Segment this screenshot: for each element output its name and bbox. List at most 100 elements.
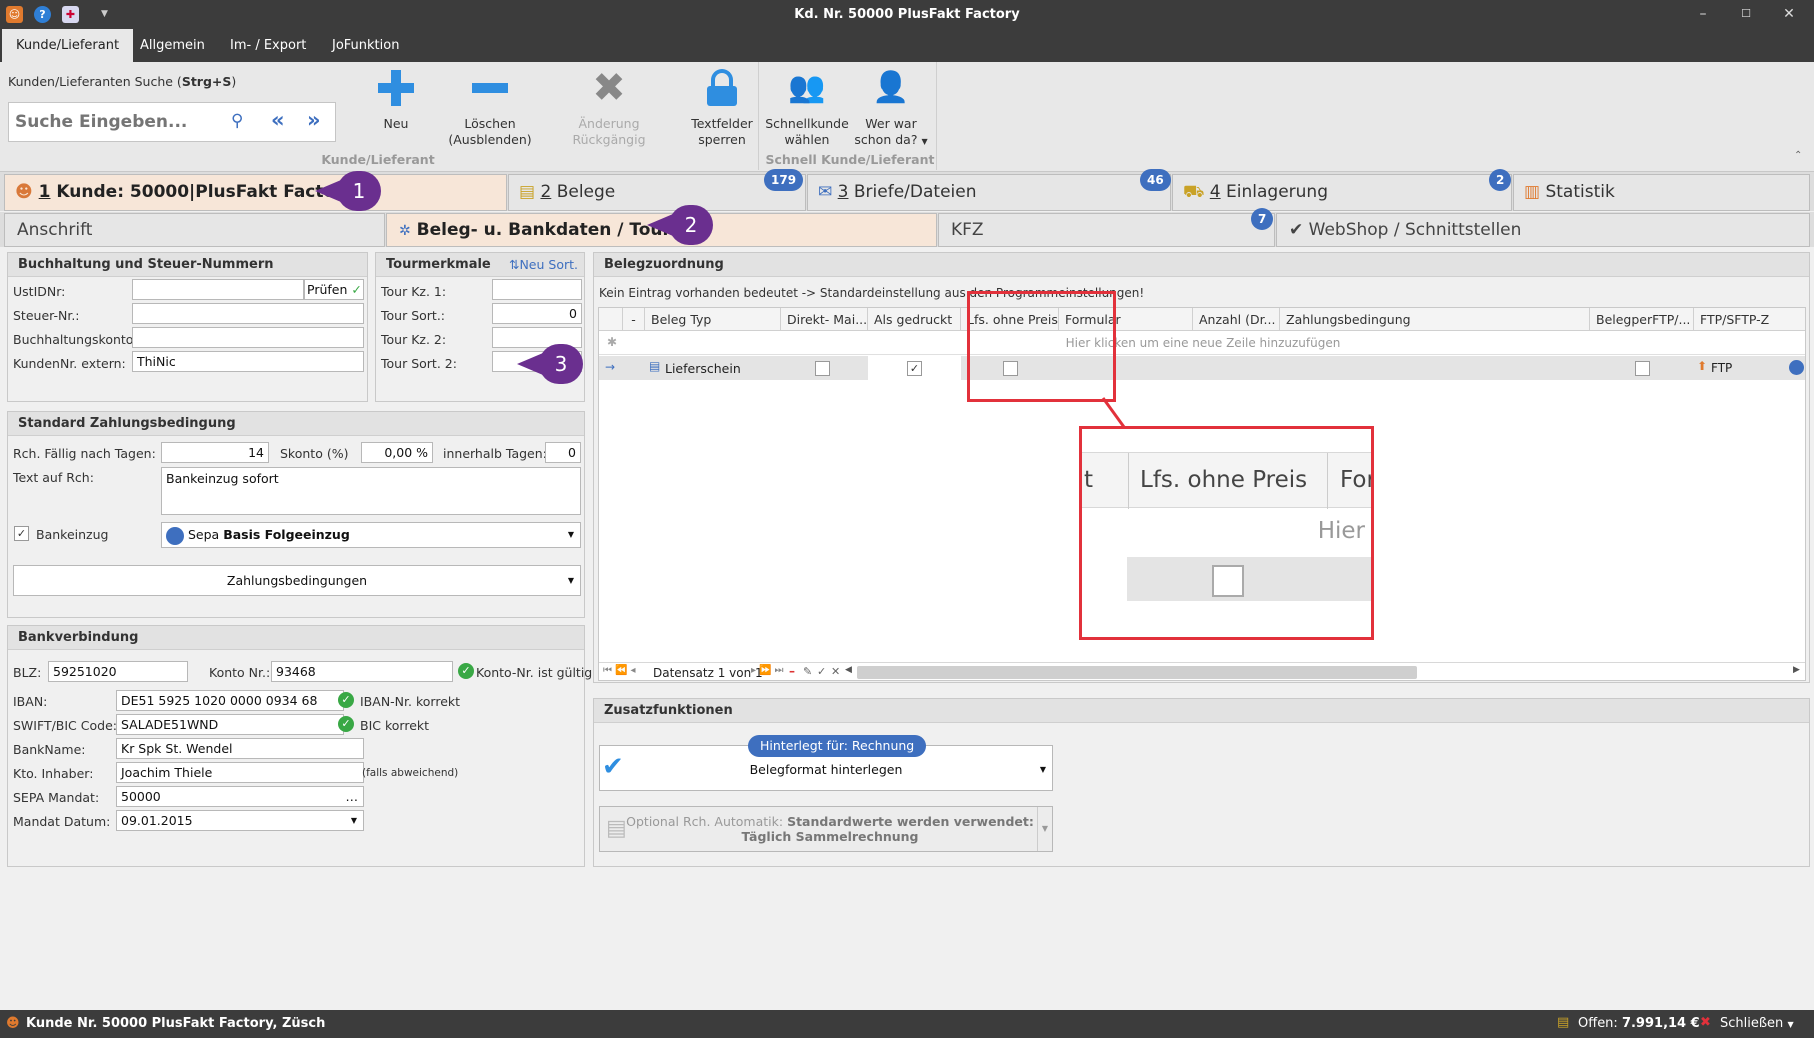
customer-icon: ☻ [15,182,33,202]
document-icon: ▤ [649,359,661,373]
sepa-select[interactable]: Sepa Basis Folgeeinzug ▼ [161,522,581,548]
schliessen-button[interactable]: Schließen ▼ [1720,1016,1794,1031]
kundennr-extern-input[interactable]: ThiNic [132,351,364,372]
tab-einlagerung[interactable]: ⛟ 4 Einlagerung [1172,174,1512,211]
main-tab-row: ☻ 1 Kunde: 50000|PlusFakt Factory ▤ 2 Be… [0,169,1814,211]
direkt-mail-checkbox[interactable] [815,361,830,376]
menu-tab-jofunktion[interactable]: JoFunktion [318,29,413,62]
faellig-input[interactable]: 14 [161,442,269,463]
optional-rch-automatik-button[interactable]: ▤ Optional Rch. Automatik: Standardwerte… [599,806,1053,852]
neu-sort-button[interactable]: ⇅Neu Sort. [509,257,578,272]
grid-header-belegperftp[interactable]: BelegperFTP/... [1590,308,1694,331]
cancel-icon[interactable]: ✕ [831,665,840,678]
plus-icon [376,68,416,108]
innerhalb-label: innerhalb Tagen: [443,446,547,461]
steuer-input[interactable] [132,303,364,324]
iban-input[interactable]: DE51 5925 1020 0000 0934 68 [116,690,344,711]
zusatzfunktionen-panel: Zusatzfunktionen ✔ Belegformat hinterleg… [593,698,1810,867]
check-circle-icon: ✓ [338,692,354,708]
mandat-datum-input[interactable]: 09.01.2015 ▼ [116,810,364,831]
menu-tab-kunde-lieferant[interactable]: Kunde/Lieferant [2,29,134,62]
zoom-col-t: t [1084,467,1094,493]
innerhalb-input[interactable]: 0 [545,442,581,463]
ustid-input[interactable] [132,279,304,300]
konto-nr-input[interactable]: 93468 [271,661,453,682]
previous-icon[interactable]: « [271,108,285,132]
close-icon[interactable]: ✕ [1774,4,1804,24]
bic-input[interactable]: SALADE51WND [116,714,344,735]
close-icon[interactable]: ✖ [1700,1015,1711,1030]
tab-belege[interactable]: ▤ 2 Belege [508,174,806,211]
callout-1: 1 [315,171,381,211]
minimize-icon[interactable]: – [1688,4,1718,24]
table-row[interactable]: → ▤ Lieferschein ✓ ⬆ FTP [599,356,1805,380]
skonto-input[interactable]: 0,00 % [361,442,433,463]
text-auf-rch-label: Text auf Rch: [13,470,94,485]
tab-anschrift[interactable]: Anschrift [4,213,385,247]
grid-header-beleg-typ[interactable]: Beleg Typ [645,308,781,331]
collapse-ribbon-icon[interactable]: ⌃ [1794,150,1802,161]
users-icon: 👥 [788,70,826,105]
menu-tab-im-export[interactable]: Im- / Export [216,29,320,62]
zahlungsbedingungen-button[interactable]: Zahlungsbedingungen ▼ [13,565,581,596]
grid-header-als-gedruckt[interactable]: Als gedruckt [868,308,961,331]
loeschen-button[interactable]: Löschen (Ausblenden) [446,68,534,148]
scroll-left-icon[interactable]: ◀ [845,665,852,675]
pruefen-button[interactable]: Prüfen ✓ [304,279,364,300]
search-icon[interactable]: ⚲ [231,111,243,131]
tour-kz1-input[interactable] [492,279,582,300]
ribbon-separator [936,62,937,170]
mandat-datum-label: Mandat Datum: [13,814,111,829]
search-input[interactable] [15,109,225,135]
new-row[interactable]: ✱ Hier klicken um eine neue Zeile hinzuz… [599,331,1805,355]
document-gear-icon: ▤ [606,816,627,841]
grid-header-anzahl[interactable]: Anzahl (Dr... [1193,308,1280,331]
maximize-icon[interactable]: ☐ [1731,4,1761,24]
grid-header-zahlungsbedingung[interactable]: Zahlungsbedingung [1280,308,1590,331]
confirm-icon[interactable]: ✓ [817,665,826,678]
panel-title: Bankverbindung [8,626,584,650]
gear-icon: ✲ [399,223,411,239]
menu-tab-allgemein[interactable]: Allgemein [126,29,219,62]
tab-kunde[interactable]: ☻ 1 Kunde: 50000|PlusFakt Factory [4,174,507,211]
user-clock-icon: 👤 [872,70,910,105]
horizontal-scrollbar[interactable] [857,666,1417,679]
inhaber-input[interactable]: Joachim Thiele [116,762,364,783]
grid-header-ftp-sftp[interactable]: FTP/SFTP-Z [1694,308,1805,331]
grid-header-direkt-mail[interactable]: Direkt- Mai... [781,308,868,331]
zoom-box: t Lfs. ohne Preis For Hier [1079,426,1374,640]
tab-statistik[interactable]: ▥ Statistik [1513,174,1810,211]
textfelder-sperren-button[interactable]: Textfelder sperren [688,68,756,148]
tab-kfz[interactable]: KFZ [938,213,1275,247]
faellig-label: Rch. Fällig nach Tagen: [13,446,156,461]
als-gedruckt-checkbox[interactable]: ✓ [907,361,922,376]
tour-sort-input[interactable]: 0 [492,303,582,324]
grid-header-minus[interactable]: - [623,308,645,331]
buchhaltungskonto-input[interactable] [132,327,364,348]
letter-icon: ✉ [818,182,833,202]
ribbon-group-label: Kunde/Lieferant [321,152,435,167]
steuer-label: Steuer-Nr.: [13,308,80,323]
tab-webshop-schnittstellen[interactable]: ✔ WebShop / Schnittstellen [1276,213,1810,247]
mandat-input[interactable]: 50000… [116,786,364,807]
sort-icon: ⇅ [508,257,520,272]
belegperftp-checkbox[interactable] [1635,361,1650,376]
sub-tab-row: Anschrift ✲ Beleg- u. Bankdaten / Tour K… [0,208,1814,247]
highlight-box [967,291,1116,402]
wer-war-schon-da-button[interactable]: 👤 Wer war schon da? ▼ [852,68,930,150]
nav-first-prev-icons[interactable]: ⏮⏪◂ [603,665,638,676]
schnellkunde-waehlen-button[interactable]: 👥 Schnellkunde wählen [764,68,850,148]
bankname-input[interactable]: Kr Spk St. Wendel [116,738,364,759]
next-icon[interactable]: » [307,108,321,132]
aenderung-rueckgaengig-button[interactable]: ✖ Änderung Rückgängig [546,68,672,148]
nav-next-last-icons[interactable]: ▸⏩⏭ [751,665,786,676]
tab-briefe-dateien[interactable]: ✉ 3 Briefe/Dateien [807,174,1171,211]
delete-icon[interactable]: – [789,664,795,678]
scroll-right-icon[interactable]: ▶ [1793,665,1800,675]
neu-button[interactable]: Neu [372,68,420,132]
blz-input[interactable]: 59251020 [48,661,188,682]
search-label: Kunden/Lieferanten Suche (Strg+S) [8,74,237,89]
bankeinzug-checkbox[interactable]: ✓ [14,526,29,541]
text-auf-rch-input[interactable]: Bankeinzug sofort [161,467,581,515]
edit-icon[interactable]: ✎ [803,665,812,678]
